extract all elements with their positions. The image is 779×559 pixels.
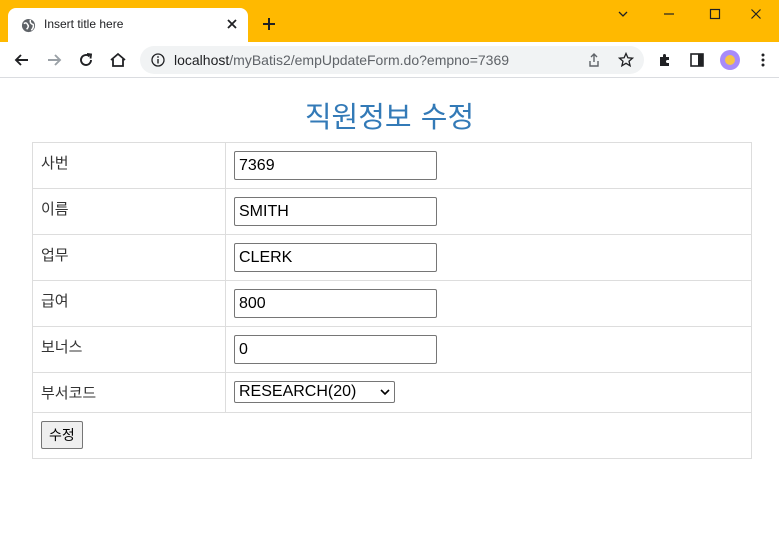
tab-title: Insert title here	[44, 17, 124, 31]
deptno-label: 부서코드	[32, 372, 226, 413]
form-row-sal: 급여	[32, 280, 752, 327]
sal-cell	[225, 280, 752, 327]
sal-label: 급여	[32, 280, 226, 327]
bookmark-star-icon[interactable]	[618, 52, 634, 68]
form-row-deptno: 부서코드 RESEARCH(20)	[32, 372, 752, 413]
extensions-puzzle-icon[interactable]	[657, 52, 673, 68]
close-icon	[751, 9, 761, 19]
comm-label: 보너스	[32, 326, 226, 373]
forward-arrow-icon[interactable]	[44, 50, 64, 70]
form-row-job: 업무	[32, 234, 752, 281]
close-window-button[interactable]	[733, 0, 779, 30]
chevron-down-icon	[618, 11, 628, 17]
minimize-button[interactable]	[646, 0, 692, 30]
browser-titlebar: Insert title here	[0, 0, 779, 42]
form-row-ename: 이름	[32, 188, 752, 235]
job-label: 업무	[32, 234, 226, 281]
submit-cell: 수정	[32, 412, 752, 459]
url-path: /myBatis2/empUpdateForm.do?empno=7369	[229, 52, 510, 68]
sal-input[interactable]	[234, 289, 437, 318]
tab-search-button[interactable]	[600, 0, 646, 30]
deptno-cell: RESEARCH(20)	[225, 372, 752, 413]
minimize-icon	[664, 13, 674, 15]
info-icon[interactable]	[151, 53, 165, 67]
globe-icon	[21, 18, 36, 33]
deptno-select[interactable]: RESEARCH(20)	[234, 381, 395, 403]
empno-label: 사번	[32, 142, 226, 189]
reload-icon[interactable]	[76, 50, 96, 70]
empno-input[interactable]	[234, 151, 437, 180]
browser-toolbar: localhost/myBatis2/empUpdateForm.do?empn…	[0, 42, 779, 78]
employee-update-form: 사번 이름 업무 급여 보너스 부서코드 RESEARCH(20)	[32, 142, 752, 459]
maximize-button[interactable]	[692, 0, 738, 30]
share-icon[interactable]	[586, 52, 602, 68]
ename-input[interactable]	[234, 197, 437, 226]
new-tab-icon[interactable]	[260, 15, 278, 33]
url-host: localhost	[174, 52, 230, 68]
more-menu-icon[interactable]	[755, 52, 771, 68]
form-row-empno: 사번	[32, 142, 752, 189]
browser-tab[interactable]: Insert title here	[8, 8, 248, 42]
ename-cell	[225, 188, 752, 235]
side-panel-icon[interactable]	[689, 52, 705, 68]
job-cell	[225, 234, 752, 281]
close-tab-icon[interactable]	[225, 17, 239, 31]
form-row-comm: 보너스	[32, 326, 752, 373]
profile-avatar[interactable]	[720, 50, 740, 70]
empno-cell	[225, 142, 752, 189]
address-bar[interactable]: localhost/myBatis2/empUpdateForm.do?empn…	[140, 46, 644, 74]
update-submit-button[interactable]: 수정	[41, 421, 83, 449]
back-arrow-icon[interactable]	[12, 50, 32, 70]
url-text: localhost/myBatis2/empUpdateForm.do?empn…	[174, 52, 509, 68]
page-title: 직원정보 수정	[304, 100, 475, 134]
maximize-icon	[709, 8, 721, 20]
home-icon[interactable]	[108, 50, 128, 70]
form-row-submit: 수정	[32, 412, 752, 459]
ename-label: 이름	[32, 188, 226, 235]
chevron-down-icon	[380, 389, 390, 396]
comm-cell	[225, 326, 752, 373]
deptno-selected-value: RESEARCH(20)	[239, 383, 357, 400]
job-input[interactable]	[234, 243, 437, 272]
comm-input[interactable]	[234, 335, 437, 364]
